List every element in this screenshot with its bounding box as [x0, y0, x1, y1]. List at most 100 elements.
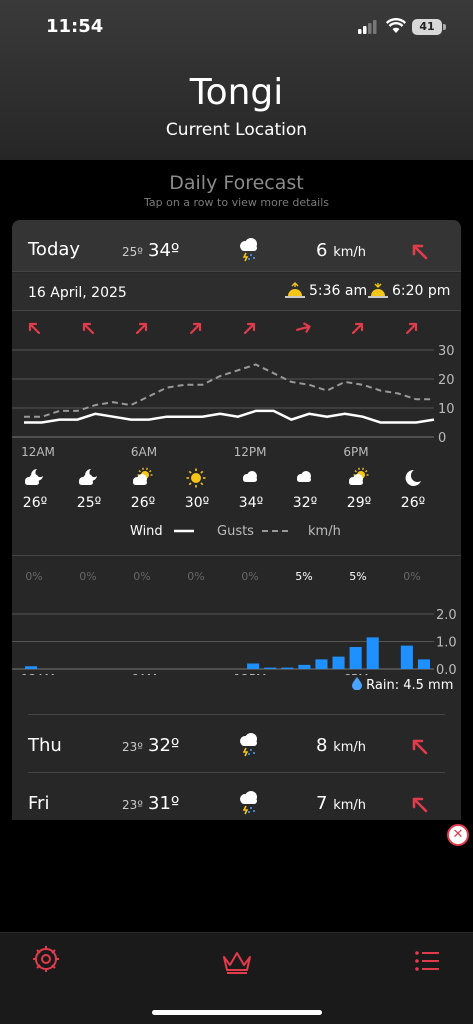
wind-value: 7 — [316, 793, 328, 814]
header: 11:54 41 Tongi Current Location — [0, 0, 473, 160]
x-tick-label: 6PM — [343, 445, 368, 459]
raindrop-icon — [352, 677, 362, 691]
y-tick-label: 30 — [438, 344, 455, 359]
hourly-temp: 34º — [239, 495, 263, 511]
signal-icon — [358, 20, 377, 34]
cloud-part — [79, 480, 93, 485]
date-row: 16 April, 2025 5:36 am 6:20 pm — [12, 273, 461, 311]
settings-icon[interactable] — [32, 945, 60, 973]
section-title: Daily Forecast — [169, 172, 304, 194]
wind-direction-arrow-icon — [135, 322, 148, 335]
wind-unit: km/h — [333, 740, 366, 755]
day-label: Today — [28, 239, 81, 260]
city-name: Tongi — [189, 72, 284, 113]
rain-bar — [349, 647, 362, 669]
precip-chance: 0% — [187, 570, 204, 583]
cloud-icon — [297, 471, 311, 482]
y-tick-label: 0 — [438, 431, 446, 446]
menu-list-icon[interactable] — [414, 949, 440, 973]
precip-chance: 0% — [241, 570, 258, 583]
status-time: 11:54 — [46, 16, 104, 37]
arrow-shape — [189, 322, 202, 335]
x-tick-label: 12AM — [21, 672, 55, 675]
crown-icon[interactable] — [220, 949, 254, 975]
cloud-part — [297, 477, 311, 482]
temp-min: 25º — [122, 245, 143, 259]
sun-disc — [191, 473, 201, 483]
wind-direction-arrow-icon — [243, 322, 256, 335]
cloud-part — [243, 477, 257, 482]
wind-line — [24, 409, 435, 424]
wind-unit: km/h — [333, 798, 366, 813]
temp-max: 32º — [148, 735, 180, 756]
x-tick-label: 6AM — [131, 445, 157, 459]
sun-ray — [188, 482, 192, 486]
day-label: Thu — [28, 735, 62, 756]
x-tick-label: 12PM — [234, 672, 267, 675]
wind-direction-arrow-icon — [412, 739, 428, 755]
cloud-part — [25, 480, 39, 485]
hourly-temp: 26º — [23, 495, 47, 511]
sunset-time: 6:20 pm — [392, 283, 451, 299]
y-tick-label: 2.0 — [436, 608, 457, 623]
sun-ray — [146, 467, 148, 470]
rain-bar — [247, 663, 260, 669]
wind-value: 6 — [316, 240, 328, 261]
sun-ray — [200, 482, 204, 486]
arrow-shape — [243, 322, 256, 335]
forecast-row-thu[interactable]: Thu 23º 32º 8 km/h — [28, 714, 445, 772]
battery-indicator: 41 — [412, 19, 446, 35]
section-hint: Tap on a row to view more details — [143, 196, 330, 209]
wind-direction-arrow-icon — [412, 244, 428, 260]
precip-chance: 5% — [295, 570, 312, 583]
forecast-date: 16 April, 2025 — [28, 285, 127, 301]
hourly-temp: 26º — [131, 495, 155, 511]
rain-bar — [400, 645, 413, 669]
x-tick-label: 6PM — [343, 672, 368, 675]
moon-shape — [405, 469, 421, 486]
legend-unit-label: km/h — [308, 524, 341, 539]
temp-range: 25º 34º — [122, 240, 179, 261]
hourly-temp: 25º — [77, 495, 101, 511]
precip-chance: 0% — [403, 570, 420, 583]
rain-bar — [25, 666, 38, 669]
wind-unit: km/h — [333, 245, 366, 260]
y-tick-label: 20 — [438, 373, 455, 388]
thunderstorm-icon — [240, 733, 257, 757]
forecast-row-fri[interactable]: Fri 23º 31º 7 km/h — [28, 772, 445, 820]
temp-max: 34º — [148, 240, 180, 261]
thunderstorm-icon — [240, 238, 257, 262]
sun-ray — [362, 467, 364, 470]
x-tick-label: 12AM — [21, 445, 55, 459]
sunrise-time: 5:36 am — [309, 283, 368, 299]
temp-range: 23º 32º — [122, 735, 179, 756]
status-bar: 11:54 41 — [0, 14, 473, 40]
precip-chance: 5% — [349, 570, 366, 583]
wind-speed: 6 km/h — [316, 240, 366, 261]
wind-direction-arrow-icon — [351, 322, 364, 335]
sun-icon — [186, 468, 206, 488]
sunrise-icon — [285, 282, 305, 298]
rain-bar — [298, 664, 311, 669]
precip-chance: 0% — [25, 570, 42, 583]
rain-chart: 0% 0% 0% 0% 0% 5% 5% 0% 2.0 1.0 0.0 12AM 6AM 12PM 6PM — [12, 570, 457, 675]
moon-icon — [405, 469, 421, 486]
bottom-nav — [0, 932, 473, 1024]
temp-range: 23º 31º — [122, 793, 179, 814]
hourly-temp: 30º — [185, 495, 209, 511]
arrow-shape — [28, 322, 41, 335]
rain-bar — [417, 659, 430, 669]
wind-direction-arrow-icon — [189, 322, 202, 335]
cloud-part — [349, 480, 363, 485]
forecast-row-today[interactable]: Today 25º 34º 6 km/h — [12, 220, 461, 272]
wind-speed: 7 km/h — [316, 793, 366, 814]
legend-wind-label: Wind — [130, 524, 163, 539]
precip-chance: 0% — [79, 570, 96, 583]
wind-direction-arrow-icon — [28, 322, 41, 335]
wind-direction-arrow-icon — [405, 322, 418, 335]
arrow-shape — [82, 322, 95, 335]
close-ad-button[interactable]: ✕ — [447, 824, 469, 846]
sunset-icon — [368, 283, 388, 298]
wind-speed: 8 km/h — [316, 735, 366, 756]
arrow-shape — [135, 322, 148, 335]
